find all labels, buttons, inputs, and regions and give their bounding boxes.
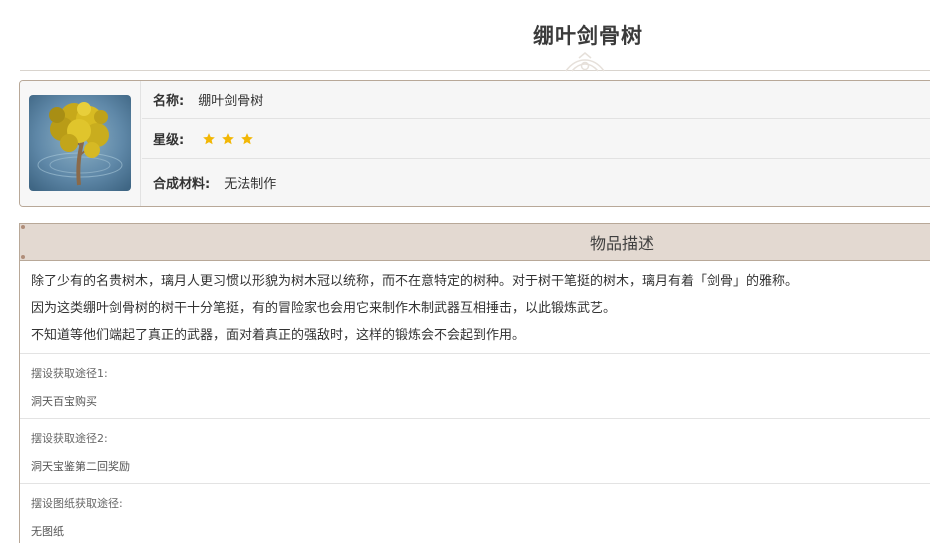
- item-icon-cell: [20, 81, 141, 206]
- description-title: 物品描述: [589, 234, 654, 253]
- rarity-stars: [202, 132, 254, 146]
- name-row: 名称: 绷叶剑骨树: [142, 81, 930, 119]
- source-block-3: 摆设图纸获取途径: 无图纸: [20, 484, 930, 543]
- source-block-1: 摆设获取途径1: 洞天百宝购买: [20, 354, 930, 419]
- material-label: 合成材料:: [153, 177, 211, 192]
- description-card: 物品描述 除了少有的名贵树木，璃月人更习惯以形貌为树木冠以统称，而不在意特定的树…: [19, 223, 930, 543]
- title-divider: [20, 70, 930, 71]
- corner-dot-icon: [21, 255, 25, 259]
- material-row: 合成材料: 无法制作: [142, 159, 930, 206]
- star-icon: [241, 132, 254, 144]
- description-header: 物品描述: [20, 224, 930, 261]
- source-label: 摆设获取途径1:: [31, 367, 108, 380]
- star-icon: [222, 132, 235, 144]
- description-line: 除了少有的名贵树木，璃月人更习惯以形貌为树木冠以统称，而不在意特定的树种。对于树…: [31, 274, 799, 289]
- source-label: 摆设图纸获取途径:: [31, 497, 123, 510]
- item-info-card: 名称: 绷叶剑骨树 星级: 合成材料: 无法制作: [19, 80, 930, 207]
- star-icon: [203, 132, 216, 144]
- material-value: 无法制作: [224, 177, 277, 192]
- name-label: 名称:: [153, 94, 185, 109]
- tree-icon: [29, 95, 131, 191]
- rarity-row: 星级:: [142, 119, 930, 159]
- source-value: 洞天百宝购买: [31, 395, 97, 408]
- source-value: 洞天宝鉴第二回奖励: [31, 460, 130, 473]
- description-body: 除了少有的名贵树木，璃月人更习惯以形貌为树木冠以统称，而不在意特定的树种。对于树…: [20, 261, 930, 354]
- rarity-label: 星级:: [153, 133, 185, 148]
- description-line: 不知道等他们端起了真正的武器，面对着真正的强敌时，这样的锻炼会不会起到作用。: [31, 328, 526, 343]
- source-value: 无图纸: [31, 525, 64, 538]
- name-value: 绷叶剑骨树: [198, 94, 264, 109]
- page-title: 绷叶剑骨树: [533, 24, 643, 48]
- source-label: 摆设获取途径2:: [31, 432, 108, 445]
- source-block-2: 摆设获取途径2: 洞天宝鉴第二回奖励: [20, 419, 930, 484]
- title-ornament-icon: [565, 52, 605, 72]
- corner-dot-icon: [21, 225, 25, 229]
- description-line: 因为这类绷叶剑骨树的树干十分笔挺，有的冒险家也会用它来制作木制武器互相捶击，以此…: [31, 301, 617, 316]
